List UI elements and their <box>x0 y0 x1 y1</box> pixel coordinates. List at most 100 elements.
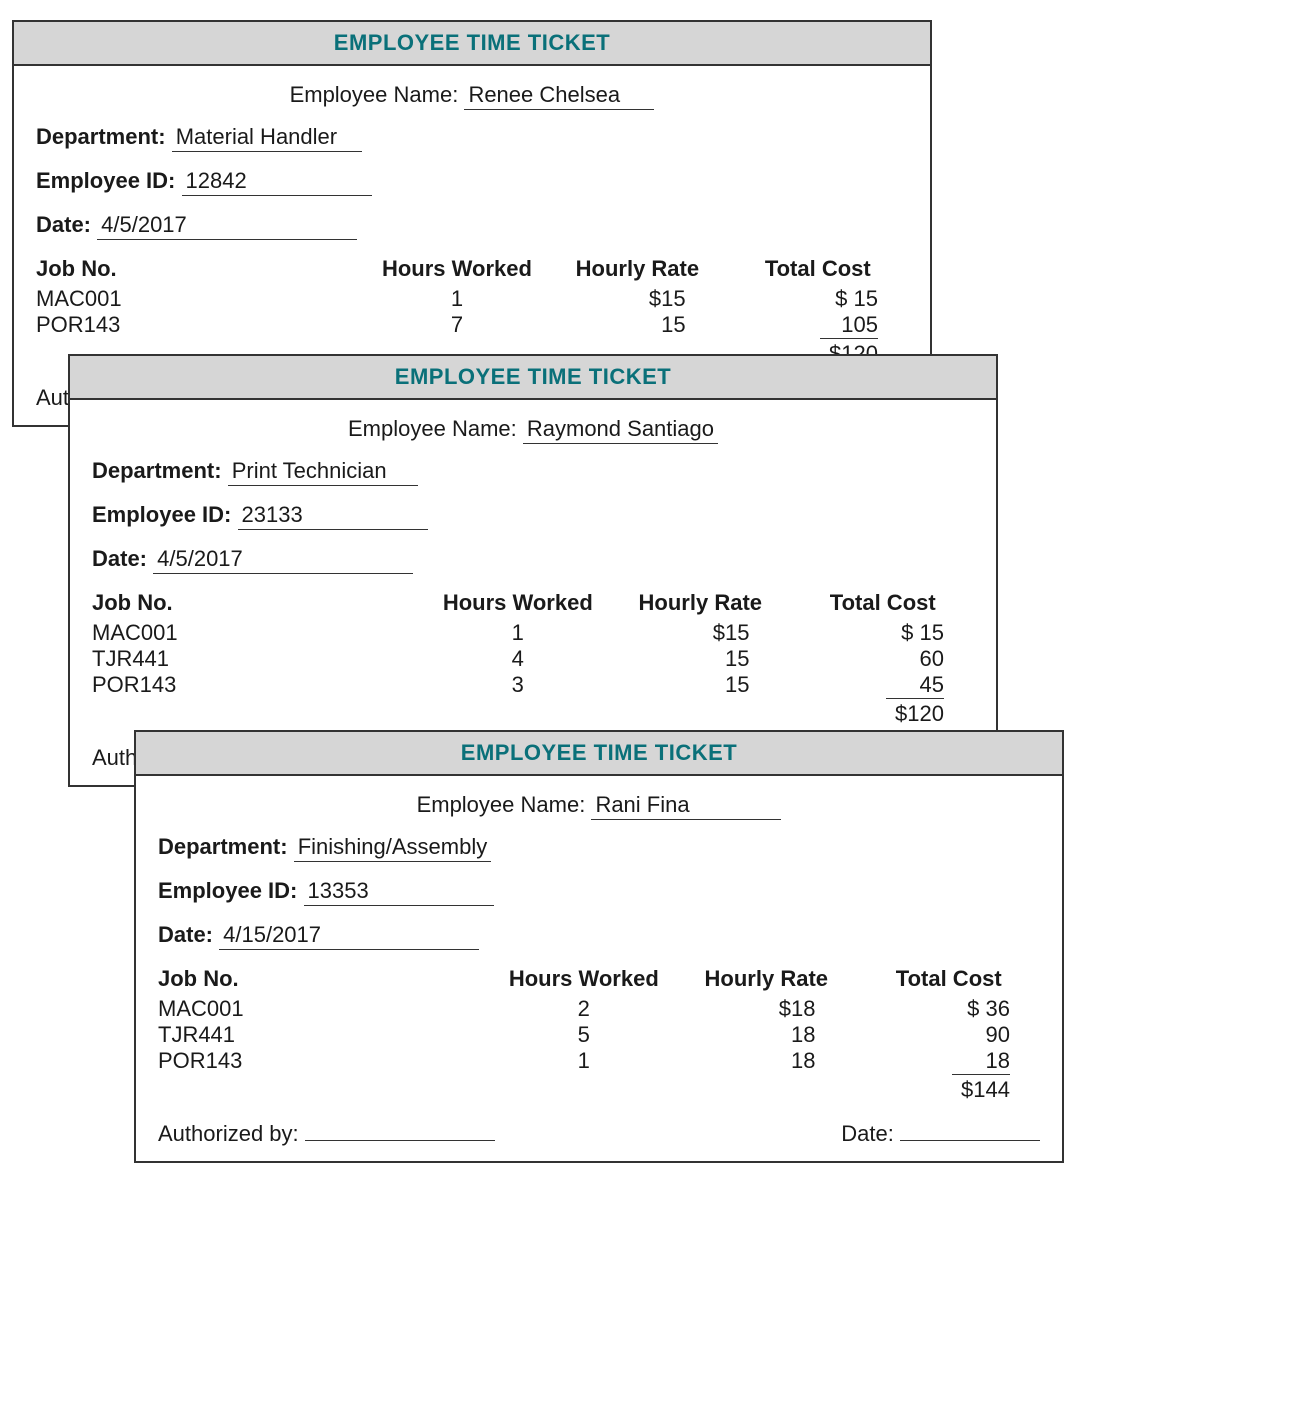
col-hours-worked: Hours Worked <box>427 590 609 616</box>
department-row: Department: Material Handler <box>36 124 908 152</box>
employee-id-row: Employee ID: 12842 <box>36 168 908 196</box>
jobs-total-row: $120 <box>92 698 974 727</box>
cell-hours: 5 <box>493 1022 675 1048</box>
col-total-cost: Total Cost <box>792 590 974 616</box>
auth-date-label: Date: <box>841 1121 894 1146</box>
employee-id-row: Employee ID: 23133 <box>92 502 974 530</box>
col-total-cost: Total Cost <box>728 256 908 282</box>
department-value: Finishing/Assembly <box>294 834 492 862</box>
employee-id-value: 12842 <box>182 168 372 196</box>
jobs-total-row: $144 <box>158 1074 1040 1103</box>
authorized-by-group: Authorized by: <box>158 1121 495 1147</box>
ticket-title: EMPLOYEE TIME TICKET <box>70 356 996 400</box>
cell-cost: 18 <box>858 1048 1040 1074</box>
col-job-no: Job No. <box>36 256 367 282</box>
jobs-header-row: Job No. Hours Worked Hourly Rate Total C… <box>158 966 1040 992</box>
cell-job: MAC001 <box>158 996 493 1022</box>
employee-name-label: Employee Name: <box>348 416 517 441</box>
cell-job: MAC001 <box>92 620 427 646</box>
jobs-table: Job No. Hours Worked Hourly Rate Total C… <box>158 966 1040 1103</box>
employee-id-value: 23133 <box>238 502 428 530</box>
cell-job: POR143 <box>36 312 367 338</box>
employee-name-label: Employee Name: <box>417 792 586 817</box>
department-label: Department: <box>158 834 288 859</box>
employee-name-row: Employee Name: Rani Fina <box>158 792 1040 820</box>
cell-job: POR143 <box>158 1048 493 1074</box>
date-row: Date: 4/15/2017 <box>158 922 1040 950</box>
time-ticket-2: EMPLOYEE TIME TICKET Employee Name: Raym… <box>68 354 998 787</box>
cell-cost: 105 <box>728 312 908 338</box>
ticket-title: EMPLOYEE TIME TICKET <box>14 22 930 66</box>
auth-date-group: Date: <box>841 1121 1040 1147</box>
cell-cost: 90 <box>858 1022 1040 1048</box>
cell-hours: 2 <box>493 996 675 1022</box>
department-row: Department: Finishing/Assembly <box>158 834 1040 862</box>
ticket-body: Employee Name: Rani Fina Department: Fin… <box>136 776 1062 1161</box>
cell-hours: 1 <box>367 286 547 312</box>
cell-hours: 7 <box>367 312 547 338</box>
employee-id-value: 13353 <box>304 878 494 906</box>
jobs-header-row: Job No. Hours Worked Hourly Rate Total C… <box>36 256 908 282</box>
authorized-by-line <box>305 1121 495 1141</box>
date-label: Date: <box>92 546 147 571</box>
department-value: Print Technician <box>228 458 418 486</box>
cell-rate: 15 <box>609 672 791 698</box>
table-row: MAC001 1 $15 $ 15 <box>92 620 974 646</box>
employee-id-label: Employee ID: <box>36 168 175 193</box>
date-value: 4/5/2017 <box>97 212 357 240</box>
employee-name-label: Employee Name: <box>290 82 459 107</box>
date-row: Date: 4/5/2017 <box>92 546 974 574</box>
cell-job: TJR441 <box>158 1022 493 1048</box>
date-value: 4/15/2017 <box>219 922 479 950</box>
cell-rate: $18 <box>675 996 857 1022</box>
table-row: MAC001 1 $15 $ 15 <box>36 286 908 312</box>
employee-id-row: Employee ID: 13353 <box>158 878 1040 906</box>
employee-id-label: Employee ID: <box>158 878 297 903</box>
col-job-no: Job No. <box>158 966 493 992</box>
cell-job: TJR441 <box>92 646 427 672</box>
jobs-table: Job No. Hours Worked Hourly Rate Total C… <box>92 590 974 727</box>
cell-job: MAC001 <box>36 286 367 312</box>
cell-cost: 60 <box>792 646 974 672</box>
table-row: MAC001 2 $18 $ 36 <box>158 996 1040 1022</box>
authorization-row: Authorized by: Date: <box>158 1121 1040 1147</box>
date-value: 4/5/2017 <box>153 546 413 574</box>
cell-rate: 18 <box>675 1048 857 1074</box>
cell-hours: 1 <box>427 620 609 646</box>
employee-name-value: Renee Chelsea <box>464 82 654 110</box>
date-label: Date: <box>36 212 91 237</box>
col-hourly-rate: Hourly Rate <box>547 256 727 282</box>
employee-name-value: Rani Fina <box>591 792 781 820</box>
cell-cost: $ 36 <box>858 996 1040 1022</box>
table-row: POR143 1 18 18 <box>158 1048 1040 1074</box>
col-total-cost: Total Cost <box>858 966 1040 992</box>
cell-cost: 45 <box>792 672 974 698</box>
jobs-header-row: Job No. Hours Worked Hourly Rate Total C… <box>92 590 974 616</box>
jobs-table: Job No. Hours Worked Hourly Rate Total C… <box>36 256 908 367</box>
time-ticket-3: EMPLOYEE TIME TICKET Employee Name: Rani… <box>134 730 1064 1163</box>
col-hourly-rate: Hourly Rate <box>675 966 857 992</box>
department-label: Department: <box>92 458 222 483</box>
col-hourly-rate: Hourly Rate <box>609 590 791 616</box>
date-label: Date: <box>158 922 213 947</box>
cell-rate: 18 <box>675 1022 857 1048</box>
cell-rate: 15 <box>609 646 791 672</box>
employee-name-value: Raymond Santiago <box>523 416 718 444</box>
department-label: Department: <box>36 124 166 149</box>
cell-cost: $ 15 <box>792 620 974 646</box>
col-hours-worked: Hours Worked <box>493 966 675 992</box>
total-cost-value: $144 <box>952 1074 1010 1103</box>
employee-name-row: Employee Name: Renee Chelsea <box>36 82 908 110</box>
employee-id-label: Employee ID: <box>92 502 231 527</box>
cell-cost: $ 15 <box>728 286 908 312</box>
ticket-body: Employee Name: Raymond Santiago Departme… <box>70 400 996 785</box>
cell-rate: $15 <box>547 286 727 312</box>
ticket-title: EMPLOYEE TIME TICKET <box>136 732 1062 776</box>
cell-hours: 3 <box>427 672 609 698</box>
col-hours-worked: Hours Worked <box>367 256 547 282</box>
auth-date-line <box>900 1121 1040 1141</box>
department-row: Department: Print Technician <box>92 458 974 486</box>
cell-rate: $15 <box>609 620 791 646</box>
total-cost-value: $120 <box>886 698 944 727</box>
cell-hours: 1 <box>493 1048 675 1074</box>
